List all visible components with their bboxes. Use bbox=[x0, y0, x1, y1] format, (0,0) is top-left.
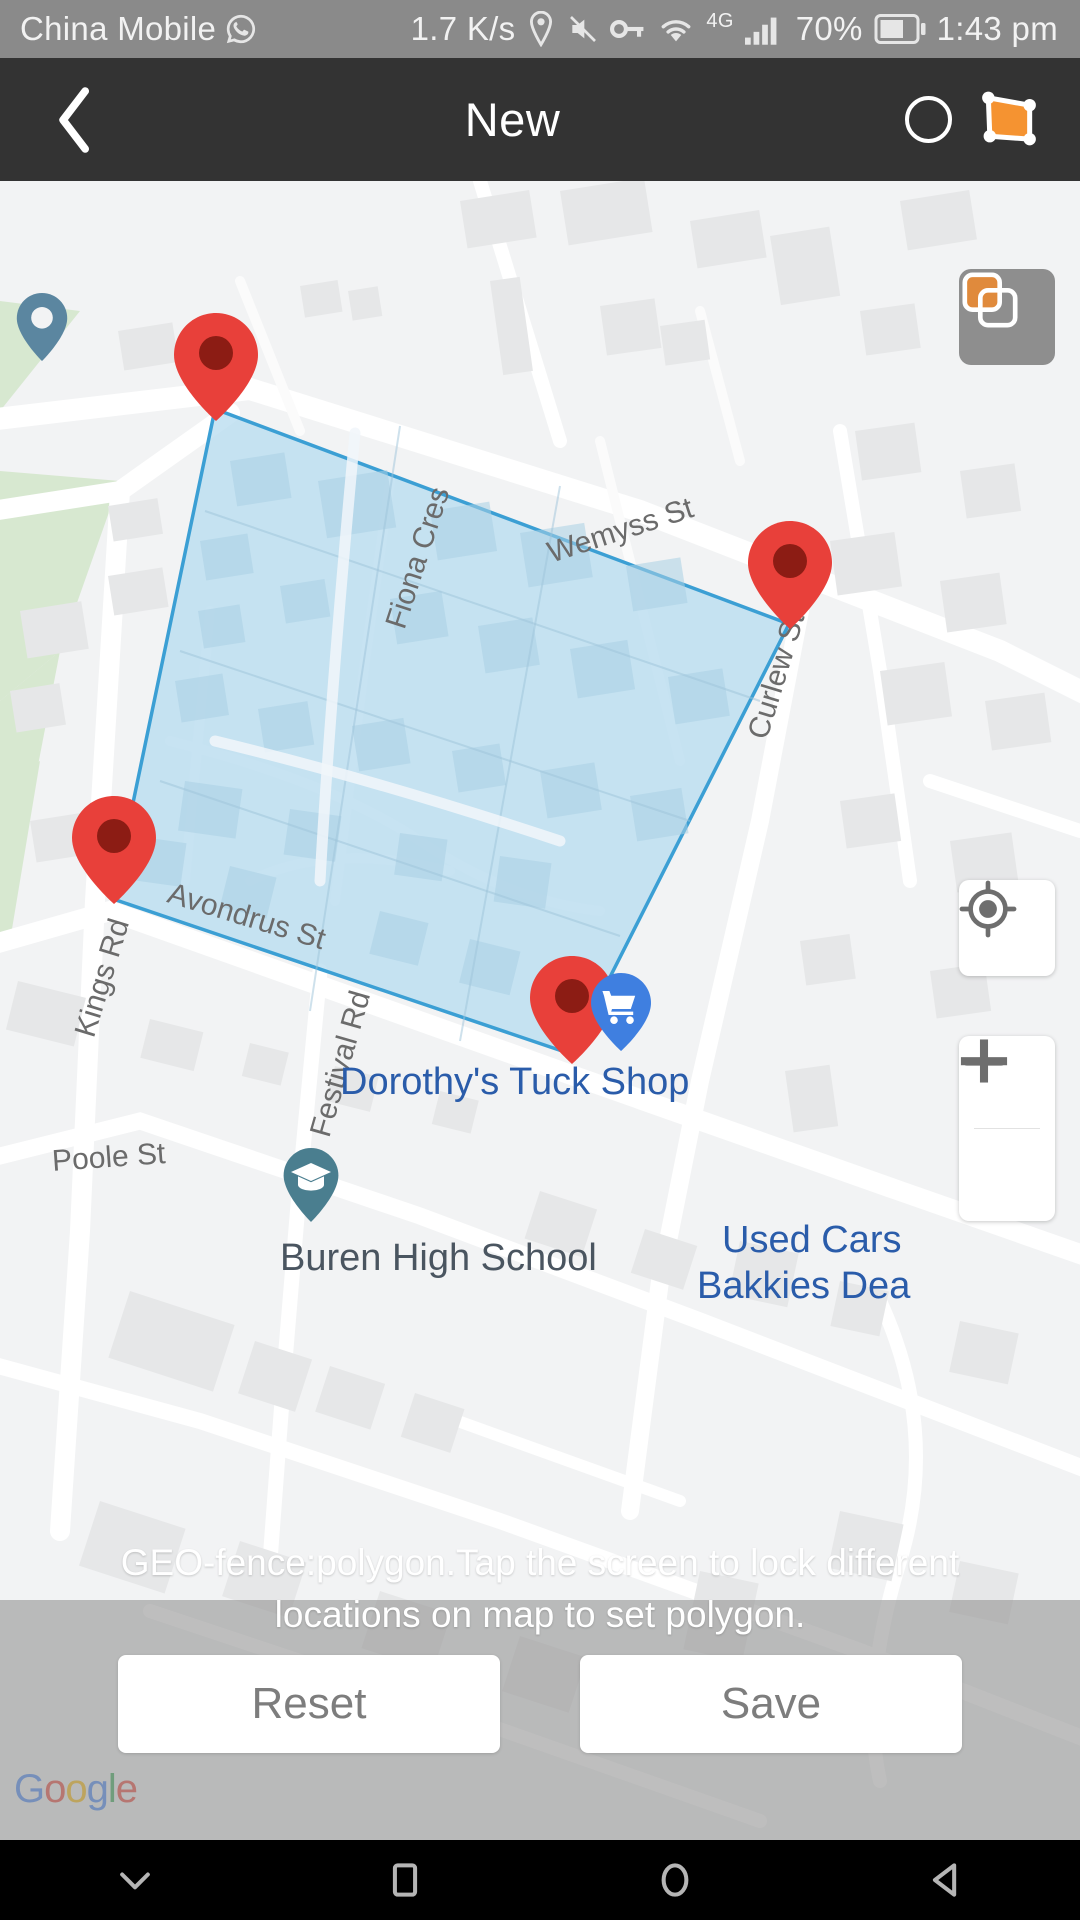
reset-button[interactable]: Reset bbox=[118, 1655, 500, 1753]
save-button[interactable]: Save bbox=[580, 1655, 962, 1753]
status-bar: China Mobile 1.7 K/s 4G 70% 1:43 pm bbox=[0, 0, 1080, 58]
hide-keyboard-button[interactable] bbox=[0, 1858, 270, 1902]
android-nav-bar bbox=[0, 1840, 1080, 1920]
phone-screen: China Mobile 1.7 K/s 4G 70% 1:43 pm New … bbox=[0, 0, 1080, 1920]
zoom-controls bbox=[959, 1036, 1055, 1221]
app-bar-actions bbox=[905, 86, 1080, 153]
poi-label-dorothys-tuck-shop[interactable]: Dorothy's Tuck Shop bbox=[340, 1061, 689, 1104]
app-bar: New bbox=[0, 58, 1080, 181]
back-button-nav[interactable] bbox=[810, 1858, 1080, 1902]
circle-geofence-button[interactable] bbox=[905, 96, 952, 143]
poi-label-buren-high-school[interactable]: Buren High School bbox=[280, 1237, 597, 1280]
vpn-key-icon bbox=[610, 16, 646, 42]
poi-label-bakkies-dealer[interactable]: Bakkies Dea bbox=[697, 1265, 910, 1308]
location-icon bbox=[526, 11, 556, 47]
page-title: New bbox=[464, 93, 561, 146]
mute-icon bbox=[567, 13, 599, 45]
status-bar-left: China Mobile bbox=[0, 10, 258, 48]
clock-label: 1:43 pm bbox=[936, 10, 1058, 47]
layers-button[interactable] bbox=[959, 269, 1055, 365]
home-button[interactable] bbox=[540, 1858, 810, 1902]
signal-bars-icon bbox=[744, 13, 785, 45]
battery-icon bbox=[874, 14, 926, 44]
status-bar-right: 1.7 K/s 4G 70% 1:43 pm bbox=[411, 10, 1080, 48]
network-speed-label: 1.7 K/s bbox=[410, 10, 516, 47]
network-type-label: 4G bbox=[706, 9, 734, 32]
zoom-out-button[interactable] bbox=[959, 1057, 1055, 1221]
battery-percent-label: 70% bbox=[795, 10, 863, 47]
geofence-instruction-line-1: GEO-fence:polygon.Tap the screen to lock… bbox=[120, 1542, 960, 1583]
geofence-instruction-text: GEO-fence:polygon.Tap the screen to lock… bbox=[0, 1537, 1080, 1641]
recents-button[interactable] bbox=[270, 1858, 540, 1902]
wifi-icon bbox=[657, 13, 695, 45]
my-location-button[interactable] bbox=[959, 880, 1055, 976]
geofence-instruction-line-2: locations on map to set polygon. bbox=[274, 1594, 806, 1635]
polygon-geofence-button[interactable] bbox=[976, 86, 1042, 153]
whatsapp-icon bbox=[224, 12, 258, 46]
poi-label-used-cars[interactable]: Used Cars bbox=[722, 1219, 902, 1262]
action-row: Reset Save bbox=[0, 1655, 1080, 1753]
carrier-label: China Mobile bbox=[20, 10, 217, 47]
